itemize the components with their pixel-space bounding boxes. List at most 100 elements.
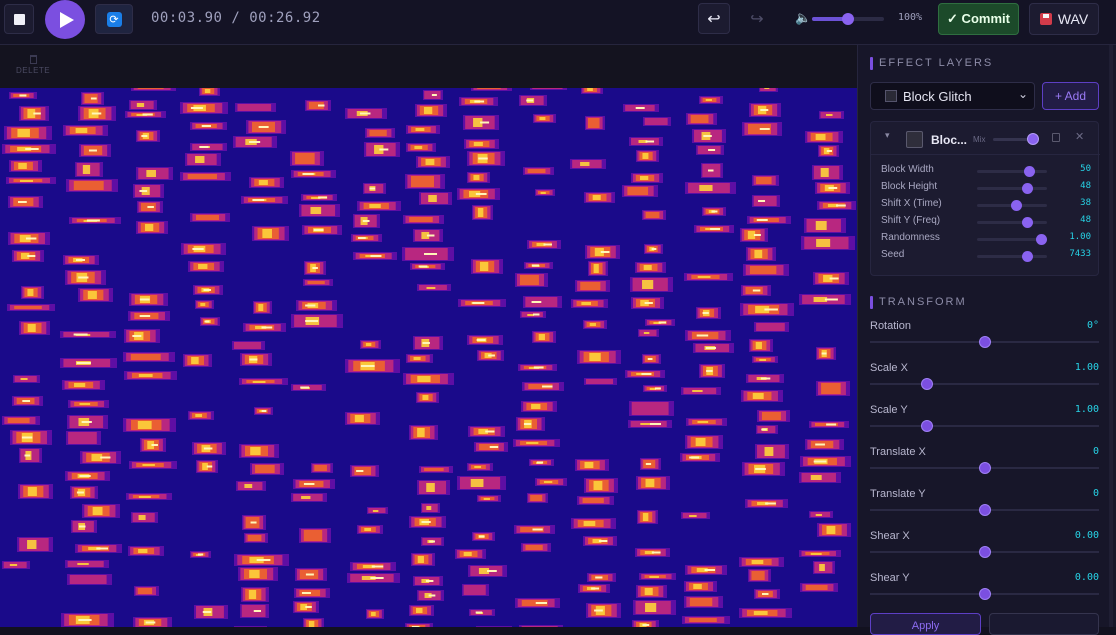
param-slider[interactable] bbox=[977, 217, 1047, 228]
transform-slider-thumb[interactable] bbox=[978, 504, 991, 516]
spectrogram-highlight bbox=[96, 547, 109, 550]
spectrogram-highlight bbox=[542, 385, 553, 388]
param-value: 50 bbox=[1080, 164, 1091, 174]
transform-slider-thumb[interactable] bbox=[921, 420, 934, 432]
spectrogram-block bbox=[314, 465, 327, 471]
transform-slider[interactable] bbox=[870, 378, 1099, 390]
redo-button[interactable]: ↪ bbox=[741, 3, 773, 34]
spectrogram-block bbox=[473, 142, 483, 146]
param-slider-thumb[interactable] bbox=[1021, 217, 1033, 228]
spectrogram-block bbox=[689, 618, 717, 622]
param-value: 48 bbox=[1080, 215, 1091, 225]
volume-icon[interactable]: 🔈 bbox=[795, 11, 811, 26]
commit-button[interactable]: ✓ Commit bbox=[938, 3, 1019, 35]
param-slider[interactable] bbox=[977, 234, 1047, 245]
play-icon bbox=[60, 11, 74, 28]
spectrogram-block bbox=[69, 575, 107, 584]
param-slider-thumb[interactable] bbox=[1024, 166, 1035, 177]
duplicate-icon[interactable] bbox=[1052, 133, 1060, 142]
param-slider[interactable] bbox=[977, 166, 1047, 177]
add-layer-button[interactable]: + Add bbox=[1042, 82, 1099, 110]
spectrogram-block bbox=[82, 165, 91, 174]
param-row: Block Width 50 bbox=[881, 164, 1091, 178]
transform-slider-thumb[interactable] bbox=[978, 336, 991, 348]
transform-slider-thumb[interactable] bbox=[978, 462, 991, 474]
effect-type-select[interactable]: Block Glitch ⌄ bbox=[870, 82, 1035, 110]
param-slider[interactable] bbox=[977, 200, 1047, 211]
spectrogram-block bbox=[810, 553, 822, 555]
transform-row: Shear X 0.00 bbox=[870, 530, 1099, 566]
delete-button[interactable]: DELETE bbox=[16, 55, 50, 75]
transform-slider[interactable] bbox=[870, 546, 1099, 558]
spectrogram-block bbox=[248, 590, 257, 599]
apply-button[interactable]: Apply bbox=[870, 613, 981, 635]
spectrogram-block bbox=[753, 196, 777, 206]
param-slider-thumb[interactable] bbox=[1021, 183, 1033, 194]
spectrogram-highlight bbox=[249, 358, 258, 361]
spectrogram-block bbox=[756, 177, 772, 184]
transform-slider[interactable] bbox=[870, 588, 1099, 600]
param-slider[interactable] bbox=[977, 251, 1047, 262]
spectrogram-canvas[interactable] bbox=[0, 88, 857, 627]
param-value: 48 bbox=[1080, 181, 1091, 191]
close-icon[interactable]: ✕ bbox=[1075, 130, 1084, 143]
transform-title: TRANSFORM bbox=[870, 296, 967, 309]
export-wav-button[interactable]: WAV bbox=[1029, 3, 1099, 35]
param-slider-thumb[interactable] bbox=[1011, 200, 1023, 211]
undo-button[interactable]: ↩ bbox=[698, 3, 730, 34]
spectrogram-block bbox=[826, 114, 833, 116]
transform-slider[interactable] bbox=[870, 336, 1099, 348]
param-slider[interactable] bbox=[977, 183, 1047, 194]
mix-slider-thumb[interactable] bbox=[1026, 133, 1039, 145]
transform-value: 0 bbox=[1092, 446, 1099, 457]
spectrogram-block bbox=[693, 584, 702, 589]
spectrogram-block bbox=[751, 571, 765, 580]
param-slider-thumb[interactable] bbox=[1021, 251, 1033, 262]
spectrogram-block bbox=[587, 88, 593, 91]
top-toolbar: ⟳ 00:03.90 / 00:26.92 ↩ ↪ 🔈 100% ✓ Commi… bbox=[0, 0, 1116, 45]
transform-slider-thumb[interactable] bbox=[921, 378, 934, 390]
collapse-icon[interactable]: ▾ bbox=[885, 131, 890, 141]
transform-slider[interactable] bbox=[870, 504, 1099, 516]
volume-slider[interactable] bbox=[812, 13, 884, 25]
spectrogram-block bbox=[585, 379, 614, 384]
spectrogram-block bbox=[752, 393, 764, 399]
transform-slider[interactable] bbox=[870, 462, 1099, 474]
secondary-button[interactable] bbox=[989, 613, 1099, 635]
spectrogram-block bbox=[426, 287, 436, 289]
transform-row: Shear Y 0.00 bbox=[870, 572, 1099, 608]
spectrogram-block bbox=[75, 128, 88, 133]
param-slider-thumb[interactable] bbox=[1035, 234, 1047, 245]
spectrogram-block bbox=[258, 180, 268, 185]
spectrogram-highlight bbox=[476, 339, 486, 341]
spectrogram-block bbox=[642, 153, 649, 159]
spectrogram-block bbox=[463, 552, 472, 556]
spectrogram-highlight bbox=[824, 298, 838, 301]
spectrogram-highlight bbox=[305, 304, 316, 307]
panel-scrollbar[interactable] bbox=[1109, 45, 1113, 627]
spectrogram-highlight bbox=[422, 342, 430, 344]
spectrogram-block bbox=[699, 185, 713, 191]
volume-thumb[interactable] bbox=[842, 13, 854, 25]
param-value: 7433 bbox=[1069, 249, 1091, 259]
transform-slider-thumb[interactable] bbox=[978, 546, 991, 558]
spectrogram-highlight bbox=[708, 169, 714, 172]
spectrogram-block bbox=[423, 107, 433, 114]
effect-layer-card: ▾ Bloc... Mix ✕ Block Width 50 Block Heigh… bbox=[870, 121, 1100, 276]
spectrogram-block bbox=[18, 163, 27, 169]
mix-slider[interactable] bbox=[993, 133, 1039, 145]
spectrogram-block bbox=[68, 432, 97, 444]
spectrogram-highlight bbox=[318, 196, 328, 199]
play-button[interactable] bbox=[45, 0, 85, 39]
transform-slider[interactable] bbox=[870, 420, 1099, 432]
loop-button[interactable]: ⟳ bbox=[95, 4, 133, 34]
spectrogram-block bbox=[303, 530, 323, 541]
stop-button[interactable] bbox=[4, 4, 34, 34]
spectrogram-highlight bbox=[356, 470, 364, 472]
spectrogram-block bbox=[369, 204, 381, 208]
layer-color-swatch[interactable] bbox=[906, 131, 923, 148]
spectrogram-highlight bbox=[25, 237, 37, 240]
transform-slider-thumb[interactable] bbox=[978, 588, 991, 600]
spectrogram-highlight bbox=[79, 525, 86, 528]
spectrogram-highlight bbox=[762, 593, 769, 595]
